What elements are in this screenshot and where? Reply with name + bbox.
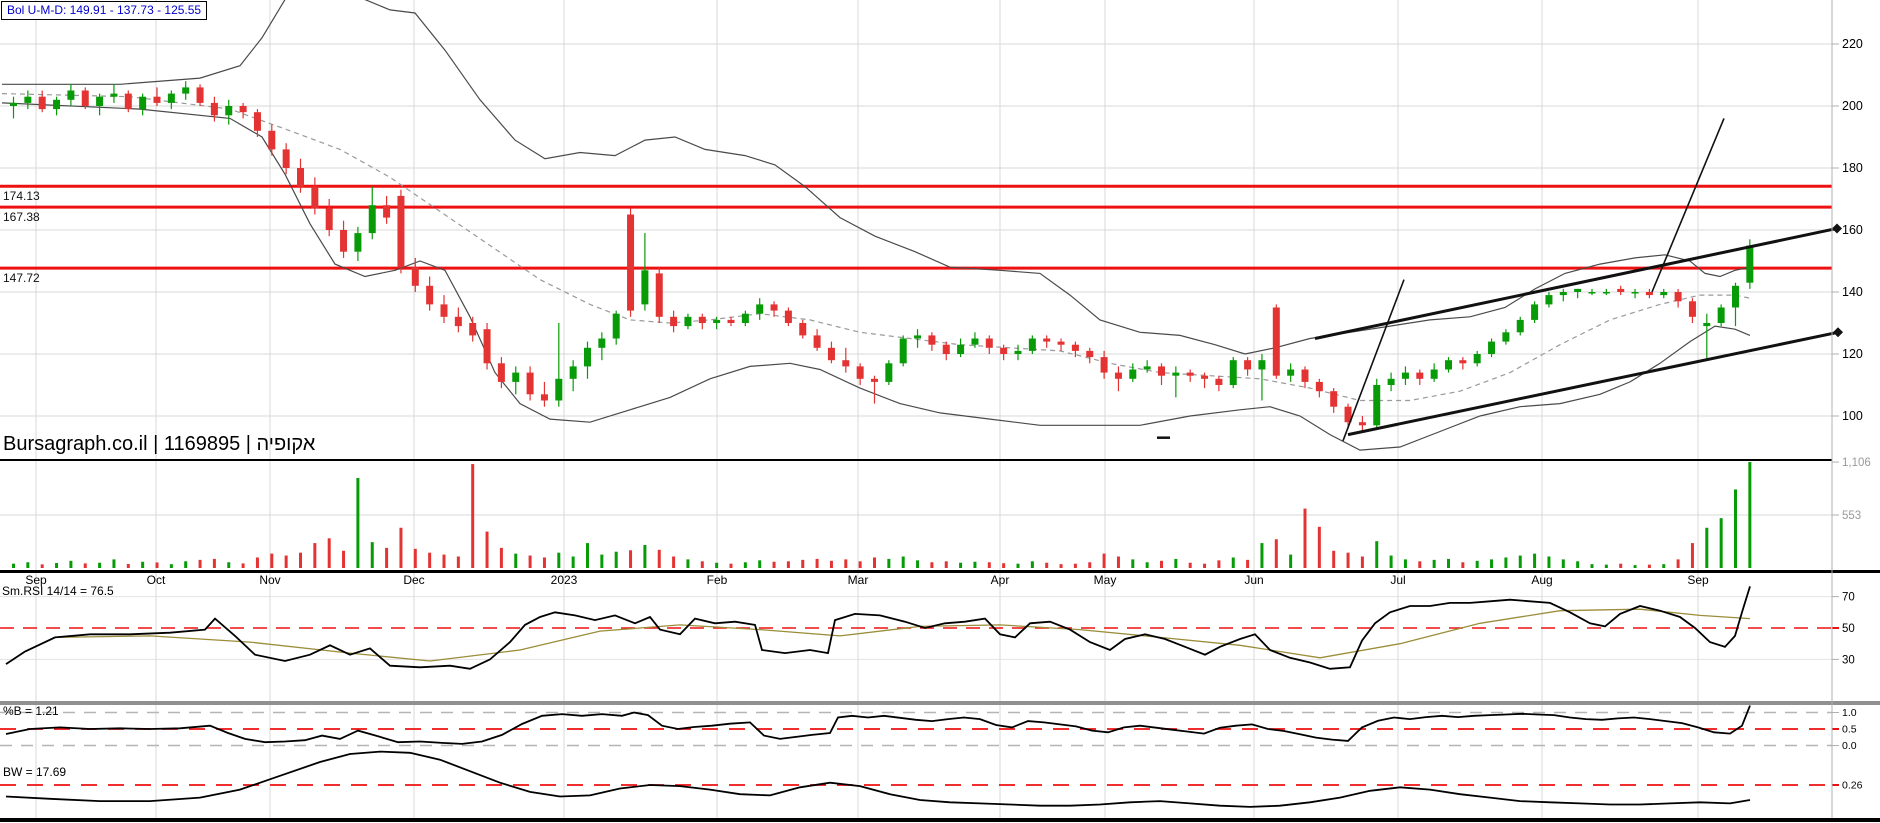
price-chart-area[interactable] xyxy=(0,0,1832,458)
rsi-tick-label: 70 xyxy=(1842,592,1855,604)
pb-tick-label: 0.0 xyxy=(1842,740,1857,752)
month-label: Jun xyxy=(1244,573,1263,587)
month-label: Apr xyxy=(991,573,1010,587)
price-tick-label: 160 xyxy=(1842,223,1863,237)
month-label: Nov xyxy=(259,573,280,587)
channel-diamond-marker xyxy=(1832,223,1842,233)
month-label: May xyxy=(1094,573,1117,587)
percentb-bw-panel[interactable] xyxy=(0,706,1832,818)
rsi-indicator-separator xyxy=(0,701,1880,705)
rsi-panel[interactable] xyxy=(0,586,1832,700)
month-label: Sep xyxy=(1687,573,1709,587)
price-tick-label: 220 xyxy=(1842,37,1863,51)
month-label: Oct xyxy=(147,573,166,587)
price-tick-label: 100 xyxy=(1842,409,1863,423)
price-tick-label: 200 xyxy=(1842,99,1863,113)
month-label: Jul xyxy=(1390,573,1405,587)
percent-b-label: %B = 1.21 xyxy=(3,704,59,718)
price-tick-label: 140 xyxy=(1842,285,1863,299)
month-label: Dec xyxy=(403,573,424,587)
pb-tick-label: 0.5 xyxy=(1842,724,1857,736)
bollinger-values-label: Bol U-M-D: 149.91 - 137.73 - 125.55 xyxy=(1,1,207,20)
volume-panel[interactable] xyxy=(0,462,1832,568)
rsi-tick-label: 30 xyxy=(1842,654,1855,666)
month-label: Aug xyxy=(1531,573,1552,587)
bottom-border xyxy=(0,818,1880,822)
price-tick-label: 120 xyxy=(1842,347,1863,361)
bandwidth-label: BW = 17.69 xyxy=(3,765,66,779)
chart-window: SepOctNovDec2023FebMarAprMayJunJulAugSep… xyxy=(0,0,1880,823)
volume-tick-label: 553 xyxy=(1842,510,1861,522)
volume-tick-label: 1,106 xyxy=(1842,457,1871,469)
bw-tick-label: 0.26 xyxy=(1842,780,1863,792)
watermark-title: Bursagraph.co.il | 1169895 | אקופיה xyxy=(3,433,315,456)
pb-tick-label: 1.0 xyxy=(1842,707,1857,719)
rsi-tick-label: 50 xyxy=(1842,623,1855,635)
month-label: Feb xyxy=(707,573,728,587)
price-tick-label: 180 xyxy=(1842,161,1863,175)
volume-axis-separator xyxy=(0,570,1880,573)
channel-diamond-marker xyxy=(1833,327,1843,337)
rsi-indicator-label: Sm.RSI 14/14 = 76.5 xyxy=(2,584,114,598)
price-volume-separator xyxy=(0,459,1832,461)
month-label: Mar xyxy=(848,573,869,587)
month-label: 2023 xyxy=(551,573,578,587)
